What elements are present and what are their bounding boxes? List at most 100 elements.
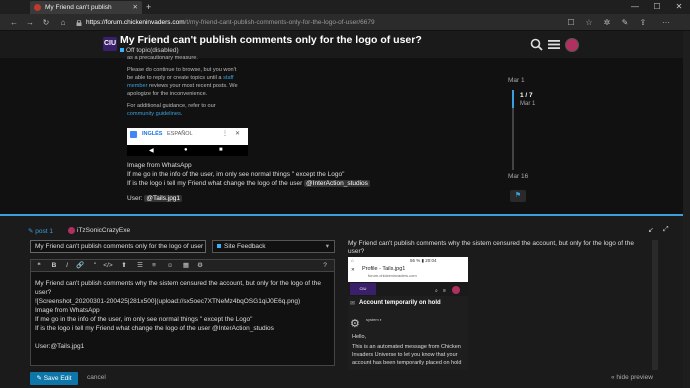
notifications-bell-icon[interactable]: ⚑	[510, 190, 526, 202]
hamburger-icon: ≡	[443, 288, 446, 294]
editor-line: If is the logo i tell my Friend what cha…	[35, 325, 274, 332]
site-logo[interactable]: CIU	[103, 37, 117, 51]
pencil-icon: ✎	[28, 228, 34, 235]
category-color-icon	[217, 244, 221, 249]
site-favicon-icon	[34, 4, 41, 11]
category-select[interactable]: Site Feedback ▾	[212, 240, 335, 253]
bold-icon[interactable]: B	[49, 260, 59, 271]
search-icon[interactable]	[530, 38, 543, 51]
preview-msg-line: This is an automated message from Chicke…	[352, 344, 461, 350]
favorites-list-icon[interactable]: ✲	[601, 17, 613, 28]
browser-tab-strip: My Friend can't publish ✕ + — ☐ ✕	[0, 0, 690, 14]
editor-line: User:@Tails.jpg1	[35, 343, 85, 350]
timeline-position-date: Mar 1	[520, 101, 536, 107]
url-field[interactable]: https://forum.chickeninvaders.com/t/my-f…	[86, 17, 556, 28]
image-upload-icon[interactable]: ⬆	[119, 260, 129, 271]
timeline-handle[interactable]	[512, 90, 514, 108]
close-window-button[interactable]: ✕	[668, 0, 690, 14]
browser-tab[interactable]: My Friend can't publish ✕	[30, 1, 142, 14]
reading-view-icon[interactable]: ☐	[565, 17, 577, 28]
notice-line: be able to reply or create topics until …	[127, 75, 234, 81]
mention-link[interactable]: @InterAction_studios	[304, 180, 370, 187]
composer-grip[interactable]	[0, 217, 690, 221]
tab-title: My Friend can't publish	[45, 4, 112, 11]
mention-link[interactable]: @Tails.jpg1	[144, 195, 183, 202]
notice-line: community guidelines.	[127, 111, 183, 117]
editor-line: If me go in the info of the user, im onl…	[35, 316, 253, 323]
topic-title-input[interactable]: My Friend can't publish comments only fo…	[30, 240, 206, 253]
language-tab-spanish: ESPAÑOL	[167, 131, 193, 137]
fullscreen-composer-icon[interactable]: ⤢	[663, 226, 669, 234]
tab-close-icon[interactable]: ✕	[133, 1, 138, 14]
hide-preview-link[interactable]: « hide preview	[611, 374, 653, 381]
bullet-list-icon[interactable]: ☰	[135, 260, 145, 271]
code-icon[interactable]: </>	[103, 260, 113, 271]
editor-textarea[interactable]: My Friend can't publish comments why the…	[30, 272, 335, 366]
translate-icon	[130, 131, 137, 138]
link-icon[interactable]: 🔗	[75, 260, 85, 271]
back-arrow-icon[interactable]: ←	[8, 17, 20, 28]
post-line: If is the logo i tell my Friend what cha…	[127, 180, 370, 187]
address-bar-row: ← → ↻ ⌂ https://forum.chickeninvaders.co…	[0, 14, 690, 31]
hamburger-icon[interactable]	[548, 39, 560, 50]
nav-home-icon: ●	[184, 147, 188, 153]
phone-status-bar: 56 % ▮ 20:04	[410, 258, 437, 263]
preview-line: user?	[348, 248, 365, 255]
more-vert-icon: ⋮	[222, 131, 228, 137]
help-question-icon[interactable]: ?	[320, 260, 330, 271]
notice-line: member reviews your most recent posts. W…	[127, 83, 238, 89]
more-icon[interactable]: ···	[660, 17, 672, 28]
favorite-star-icon[interactable]: ☆	[583, 17, 595, 28]
reply-to-post[interactable]: ✎ post 1	[28, 227, 53, 235]
cancel-link[interactable]: cancel	[87, 374, 106, 381]
numbered-list-icon[interactable]: ≡	[149, 260, 159, 271]
new-tab-button[interactable]: +	[146, 0, 151, 14]
community-guidelines-link[interactable]: community guidelines	[127, 111, 181, 117]
forward-arrow-icon[interactable]: →	[24, 17, 36, 28]
reading-list-icon[interactable]: ✎	[619, 17, 631, 28]
preview-scrollbar[interactable]	[652, 240, 658, 370]
nav-back-icon: ◀	[149, 148, 154, 154]
member-link[interactable]: member	[127, 83, 148, 89]
reply-user-avatar	[68, 227, 75, 234]
post-line: Image from WhatsApp	[127, 162, 192, 169]
date-icon[interactable]: ▦	[181, 260, 191, 271]
maximize-button[interactable]: ☐	[646, 0, 668, 14]
topic-title[interactable]: My Friend can't publish comments only fo…	[120, 34, 422, 46]
close-icon: ✕	[351, 267, 355, 272]
page-scrollbar[interactable]	[683, 31, 690, 388]
options-gear-icon[interactable]: ⚙	[195, 260, 205, 271]
emoji-icon[interactable]: ☺	[165, 260, 175, 271]
preview-profile-url: forum.chickeninvaders.com	[368, 273, 417, 278]
notice-line: For additional guidance, refer to our	[127, 103, 216, 109]
language-tab-english: INGLÉS	[142, 131, 163, 137]
preview-msg-line: account has been temporarily placed on h…	[352, 360, 462, 366]
user-avatar[interactable]	[565, 38, 579, 52]
phone-navbar: ◀ ● ■	[127, 145, 248, 156]
editor-line: ![Screenshot_20200301-200425|281x500](up…	[35, 298, 301, 305]
share-icon[interactable]: ⇪	[637, 17, 649, 28]
home-icon[interactable]: ⌂	[57, 17, 69, 28]
timeline-start-date[interactable]: Mar 1	[508, 77, 525, 84]
collapse-composer-icon[interactable]: ↙	[648, 226, 654, 234]
post-line: User: @Tails.jpg1	[127, 195, 183, 202]
editor-line: Image from WhatsApp	[35, 307, 100, 314]
quote-icon[interactable]: "	[90, 260, 100, 271]
timeline-position: 1 / 7	[520, 92, 533, 99]
timeline-end-date[interactable]: Mar 16	[508, 173, 528, 180]
topic-category[interactable]: Off topic(disabled)	[120, 47, 179, 54]
preview-system-label: system ◐	[366, 317, 383, 322]
save-edit-button[interactable]: ✎ Save Edit	[30, 372, 78, 385]
reply-to-user[interactable]: iTzSonicCrazyExe	[68, 227, 130, 234]
category-color-icon	[120, 48, 124, 53]
refresh-icon[interactable]: ↻	[40, 17, 52, 28]
speech-bubble-icon[interactable]: ❝	[34, 260, 44, 271]
system-gear-icon: ⚙	[350, 318, 360, 330]
staff-link[interactable]: staff	[223, 75, 233, 81]
italic-icon[interactable]: I	[62, 260, 72, 271]
preview-hello: Hello,	[352, 334, 367, 340]
search-icon: ⌕	[435, 288, 438, 294]
notice-line: Please do continue to browse, but you wo…	[127, 67, 237, 73]
minimize-button[interactable]: —	[624, 0, 646, 14]
lock-icon	[76, 20, 82, 26]
